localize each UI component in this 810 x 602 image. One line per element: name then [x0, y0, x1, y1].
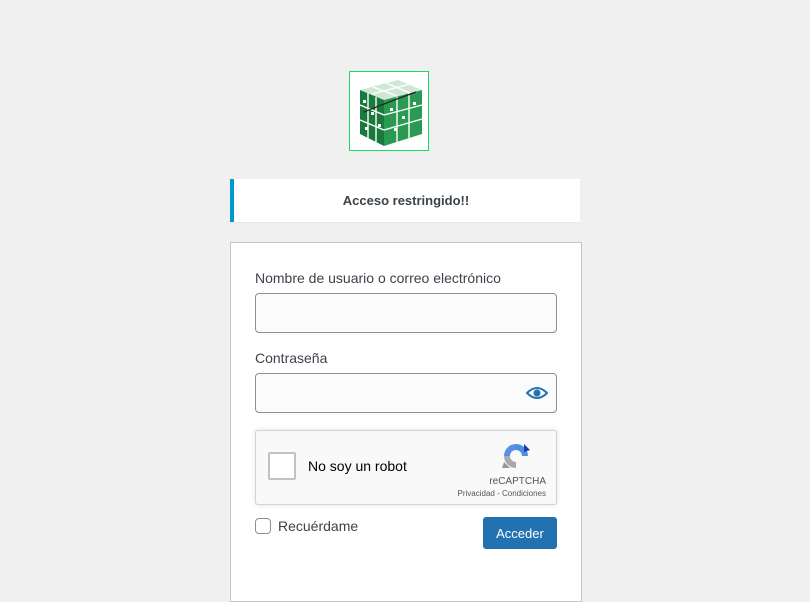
- recaptcha-link-separator: -: [494, 489, 502, 498]
- recaptcha-brand: reCAPTCHA: [489, 476, 546, 487]
- recaptcha-label: No soy un robot: [308, 458, 407, 474]
- show-password-button[interactable]: [521, 373, 553, 413]
- recaptcha-privacy-link[interactable]: Privacidad: [458, 489, 495, 498]
- recaptcha-terms-link[interactable]: Condiciones: [502, 489, 546, 498]
- recaptcha-widget: No soy un robot reCAPTCHA Privacidad - C…: [255, 430, 557, 505]
- username-label: Nombre de usuario o correo electrónico: [255, 270, 501, 286]
- password-label: Contraseña: [255, 350, 328, 366]
- remember-me-row: Recuérdame: [255, 518, 358, 534]
- remember-me-checkbox[interactable]: [255, 518, 271, 534]
- site-logo-cube-icon: [350, 72, 428, 150]
- username-input[interactable]: [255, 293, 557, 333]
- login-submit-button[interactable]: Acceder: [483, 517, 557, 549]
- site-logo[interactable]: [349, 71, 429, 151]
- recaptcha-checkbox[interactable]: [268, 452, 296, 480]
- recaptcha-links: Privacidad - Condiciones: [426, 489, 547, 498]
- login-notice: Acceso restringido!!: [230, 179, 580, 222]
- remember-me-label[interactable]: Recuérdame: [278, 518, 358, 534]
- eye-icon: [526, 387, 548, 399]
- notice-message: Acceso restringido!!: [342, 193, 470, 208]
- login-form: Nombre de usuario o correo electrónico C…: [230, 242, 582, 602]
- password-input[interactable]: [255, 373, 557, 413]
- recaptcha-logo-icon: [502, 444, 530, 468]
